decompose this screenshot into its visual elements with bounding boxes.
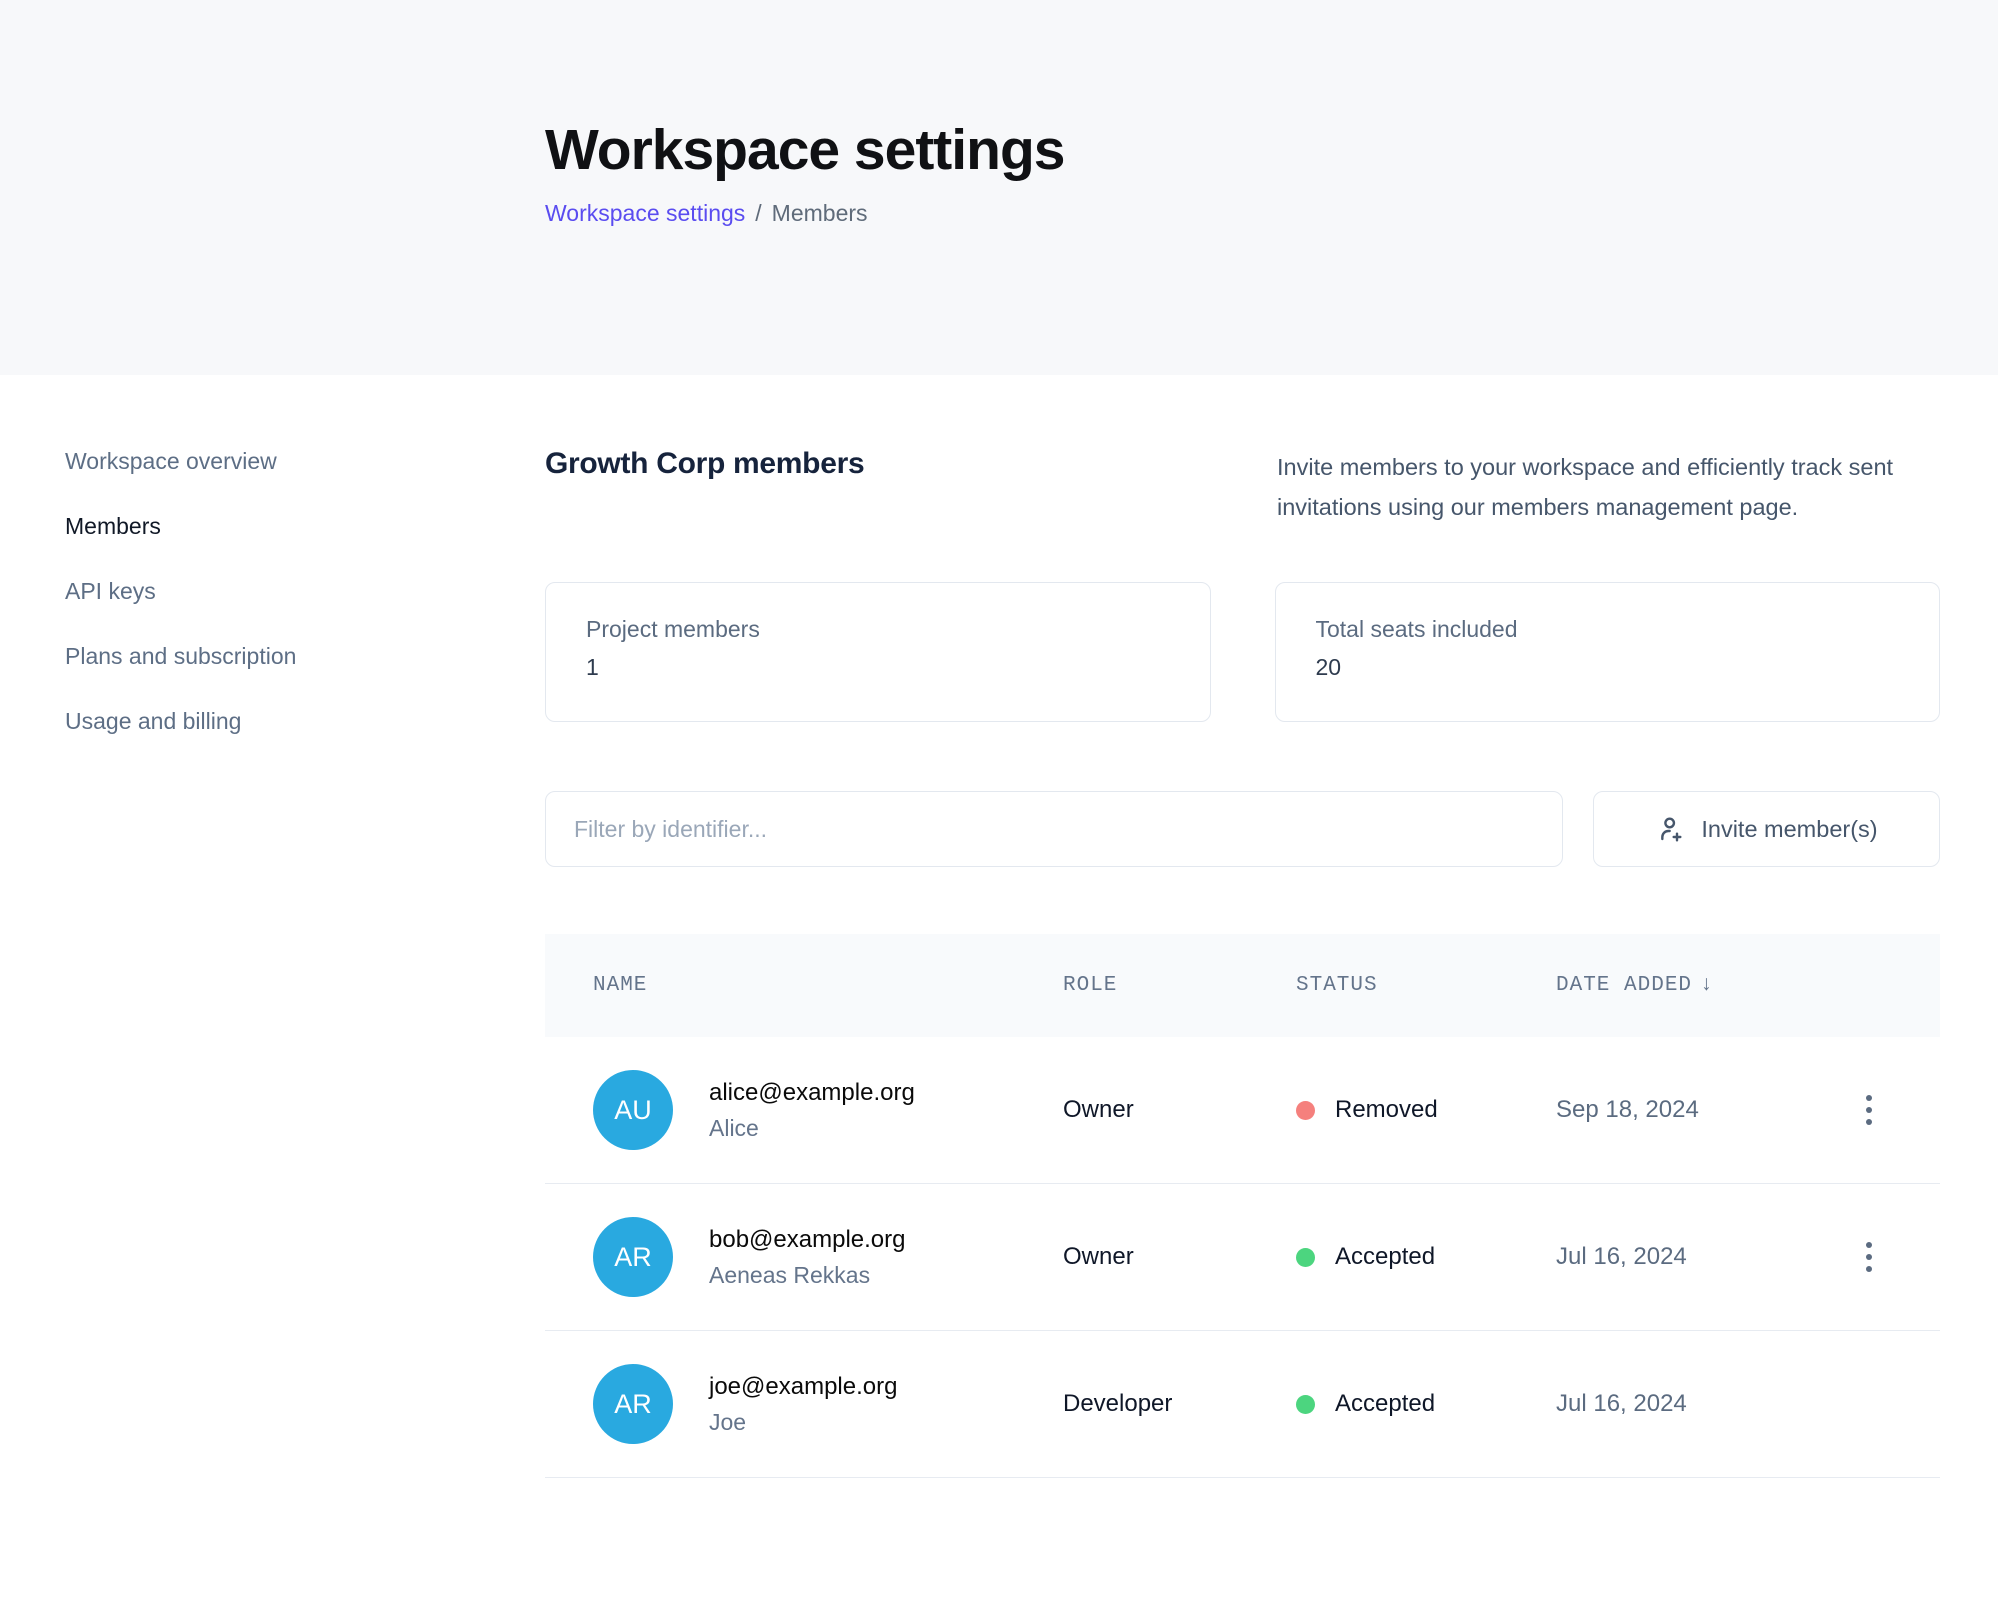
sidebar-item-api-keys[interactable]: API keys <box>65 577 365 605</box>
sort-desc-icon: ↓ <box>1700 974 1714 997</box>
member-date-added: Jul 16, 2024 <box>1556 1243 1856 1271</box>
member-role: Owner <box>1063 1096 1296 1124</box>
member-name: Joe <box>709 1409 897 1436</box>
settings-sidebar: Workspace overview Members API keys Plan… <box>65 447 365 1478</box>
members-table: NAME ROLE STATUS DATE ADDED↓ AU alice@ex… <box>545 934 1940 1478</box>
member-status: Accepted <box>1296 1243 1556 1271</box>
column-header-status: STATUS <box>1296 974 1556 997</box>
breadcrumb-separator: / <box>755 200 761 227</box>
status-label: Removed <box>1335 1096 1438 1124</box>
member-name: Alice <box>709 1115 915 1142</box>
stat-label: Project members <box>586 616 1170 643</box>
status-dot-accepted <box>1296 1248 1315 1267</box>
stat-value: 20 <box>1316 654 1900 681</box>
filter-input[interactable] <box>545 791 1563 867</box>
breadcrumb-current: Members <box>772 200 868 227</box>
members-heading: Growth Corp members <box>545 447 864 481</box>
stat-value: 1 <box>586 654 1170 681</box>
stat-card-total-seats: Total seats included 20 <box>1275 582 1941 722</box>
invite-members-label: Invite member(s) <box>1701 816 1877 843</box>
content: Workspace overview Members API keys Plan… <box>0 375 1998 1478</box>
status-label: Accepted <box>1335 1390 1435 1418</box>
status-dot-removed <box>1296 1101 1315 1120</box>
table-header-row: NAME ROLE STATUS DATE ADDED↓ <box>545 934 1940 1037</box>
member-email: joe@example.org <box>709 1373 897 1401</box>
avatar: AR <box>593 1217 673 1297</box>
member-role: Owner <box>1063 1243 1296 1271</box>
member-date-added: Sep 18, 2024 <box>1556 1096 1856 1124</box>
sidebar-item-members[interactable]: Members <box>65 512 365 540</box>
column-header-role: ROLE <box>1063 974 1296 997</box>
member-email: bob@example.org <box>709 1226 905 1254</box>
table-row: AU alice@example.org Alice Owner Removed… <box>545 1037 1940 1184</box>
sidebar-item-workspace-overview[interactable]: Workspace overview <box>65 447 365 475</box>
table-row: AR bob@example.org Aeneas Rekkas Owner A… <box>545 1184 1940 1331</box>
status-label: Accepted <box>1335 1243 1435 1271</box>
stat-label: Total seats included <box>1316 616 1900 643</box>
row-menu-button[interactable] <box>1856 1085 1882 1135</box>
person-plus-icon <box>1655 813 1687 845</box>
avatar: AU <box>593 1070 673 1150</box>
page-title: Workspace settings <box>545 118 1998 184</box>
table-row: AR joe@example.org Joe Developer Accepte… <box>545 1331 1940 1478</box>
sidebar-item-usage-and-billing[interactable]: Usage and billing <box>65 707 365 735</box>
row-menu-button[interactable] <box>1856 1232 1882 1282</box>
breadcrumb-link-workspace-settings[interactable]: Workspace settings <box>545 200 745 227</box>
member-status: Accepted <box>1296 1390 1556 1418</box>
stat-cards: Project members 1 Total seats included 2… <box>545 582 1940 722</box>
status-dot-accepted <box>1296 1395 1315 1414</box>
member-name: Aeneas Rekkas <box>709 1262 905 1289</box>
stat-card-project-members: Project members 1 <box>545 582 1211 722</box>
column-header-name: NAME <box>593 974 1063 997</box>
sidebar-item-plans-and-subscription[interactable]: Plans and subscription <box>65 642 365 670</box>
member-email: alice@example.org <box>709 1079 915 1107</box>
column-header-date-added[interactable]: DATE ADDED↓ <box>1556 974 1856 997</box>
members-panel: Growth Corp members Invite members to yo… <box>545 447 1940 1478</box>
member-role: Developer <box>1063 1390 1296 1418</box>
avatar: AR <box>593 1364 673 1444</box>
invite-members-button[interactable]: Invite member(s) <box>1593 791 1940 867</box>
members-description: Invite members to your workspace and eff… <box>1277 447 1940 527</box>
page-header: Workspace settings Workspace settings / … <box>0 0 1998 375</box>
member-date-added: Jul 16, 2024 <box>1556 1390 1856 1418</box>
member-status: Removed <box>1296 1096 1556 1124</box>
breadcrumb: Workspace settings / Members <box>545 200 1998 227</box>
